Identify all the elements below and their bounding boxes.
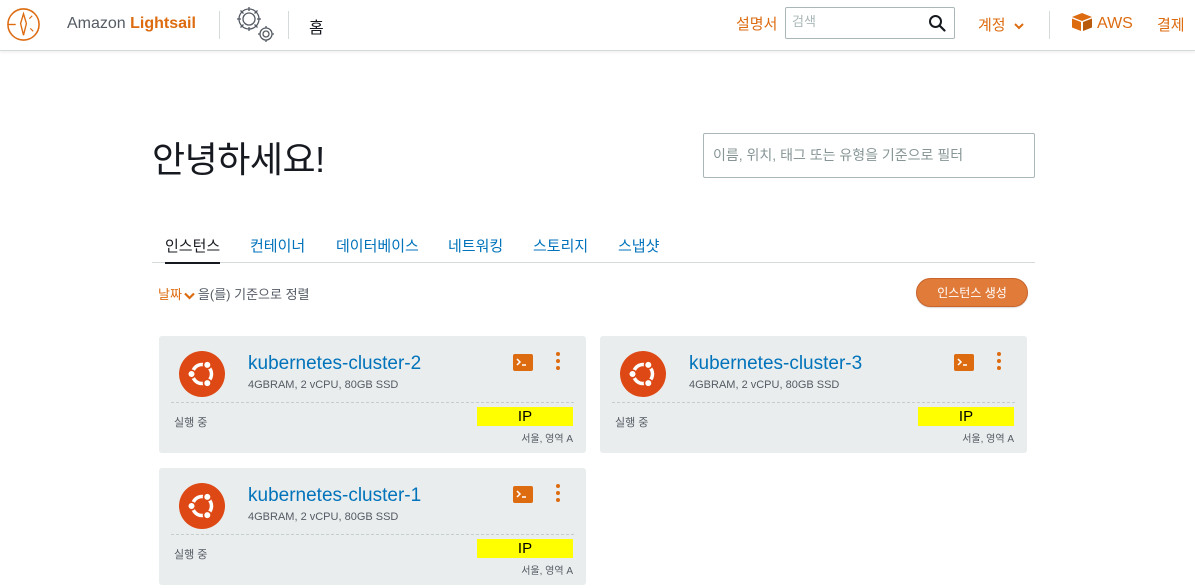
instance-region: 서울, 영역 A bbox=[521, 566, 573, 577]
instance-spec: 4GBRAM, 2 vCPU, 80GB SSD bbox=[689, 379, 840, 391]
instance-name-link[interactable]: kubernetes-cluster-1 bbox=[248, 485, 421, 507]
filter-box bbox=[703, 133, 1035, 178]
instance-ip: IP bbox=[477, 407, 573, 426]
divider bbox=[288, 11, 289, 39]
divider bbox=[1049, 11, 1050, 39]
search-input[interactable] bbox=[792, 14, 922, 29]
brand-name: Lightsail bbox=[130, 15, 196, 32]
card-divider bbox=[171, 402, 574, 403]
terminal-icon[interactable] bbox=[513, 354, 533, 371]
tab-storage[interactable]: 스토리지 bbox=[533, 235, 588, 256]
instance-region: 서울, 영역 A bbox=[962, 434, 1014, 445]
account-label: 계정 bbox=[978, 17, 1006, 34]
instance-state: 실행 중 bbox=[174, 417, 208, 429]
kebab-menu-icon[interactable] bbox=[553, 351, 563, 371]
kebab-menu-icon[interactable] bbox=[994, 351, 1004, 371]
terminal-icon[interactable] bbox=[954, 354, 974, 371]
sort-suffix: 을(를) 기준으로 정렬 bbox=[197, 287, 310, 302]
sort-key-dropdown[interactable]: 날짜 bbox=[158, 287, 182, 302]
tab-instances[interactable]: 인스턴스 bbox=[165, 235, 221, 264]
instance-card: kubernetes-cluster-2 4GBRAM, 2 vCPU, 80G… bbox=[159, 336, 586, 453]
brand-title[interactable]: Amazon Lightsail bbox=[67, 15, 196, 33]
instance-state: 실행 중 bbox=[615, 417, 649, 429]
instance-card: kubernetes-cluster-1 4GBRAM, 2 vCPU, 80G… bbox=[159, 468, 586, 585]
instance-ip: IP bbox=[477, 539, 573, 558]
account-menu[interactable]: 계정 bbox=[978, 14, 1024, 35]
card-divider bbox=[171, 534, 574, 535]
ubuntu-logo-icon bbox=[179, 483, 225, 529]
aws-box-icon bbox=[1072, 13, 1092, 31]
card-divider bbox=[612, 402, 1015, 403]
ubuntu-logo-icon bbox=[179, 351, 225, 397]
create-instance-button[interactable]: 인스턴스 생성 bbox=[916, 278, 1028, 307]
aws-console-link[interactable]: AWS bbox=[1071, 12, 1133, 33]
kebab-menu-icon[interactable] bbox=[553, 483, 563, 503]
aws-label: AWS bbox=[1097, 15, 1133, 32]
terminal-icon[interactable] bbox=[513, 486, 533, 503]
settings-gear-icon[interactable] bbox=[231, 2, 277, 44]
filter-input[interactable] bbox=[713, 147, 1013, 163]
lightsail-logo-icon[interactable] bbox=[6, 7, 41, 42]
divider bbox=[219, 11, 220, 39]
top-navigation-bar: Amazon Lightsail 홈 설명서 계정 AWS 결제 bbox=[0, 0, 1195, 51]
tab-networking[interactable]: 네트워킹 bbox=[448, 235, 503, 256]
tab-databases[interactable]: 데이터베이스 bbox=[336, 235, 419, 256]
instance-card: kubernetes-cluster-3 4GBRAM, 2 vCPU, 80G… bbox=[600, 336, 1027, 453]
sort-control: 날짜 을(를) 기준으로 정렬 bbox=[158, 284, 309, 303]
chevron-down-icon[interactable] bbox=[184, 292, 195, 300]
instance-state: 실행 중 bbox=[174, 549, 208, 561]
documentation-link[interactable]: 설명서 bbox=[736, 13, 777, 34]
instance-ip: IP bbox=[918, 407, 1014, 426]
instance-spec: 4GBRAM, 2 vCPU, 80GB SSD bbox=[248, 379, 399, 391]
instance-spec: 4GBRAM, 2 vCPU, 80GB SSD bbox=[248, 511, 399, 523]
instance-region: 서울, 영역 A bbox=[521, 434, 573, 445]
search-icon[interactable] bbox=[928, 14, 946, 32]
instance-name-link[interactable]: kubernetes-cluster-3 bbox=[689, 353, 862, 375]
tab-containers[interactable]: 컨테이너 bbox=[250, 235, 305, 256]
home-link[interactable]: 홈 bbox=[309, 14, 324, 38]
billing-link[interactable]: 결제 bbox=[1157, 14, 1185, 35]
search-box bbox=[785, 7, 955, 39]
ubuntu-logo-icon bbox=[620, 351, 666, 397]
chevron-down-icon bbox=[1014, 22, 1024, 29]
resource-tabs: 인스턴스 컨테이너 데이터베이스 네트워킹 스토리지 스냅샷 bbox=[152, 230, 1035, 264]
page-title: 안녕하세요! bbox=[152, 139, 325, 180]
instance-name-link[interactable]: kubernetes-cluster-2 bbox=[248, 353, 421, 375]
brand-prefix: Amazon bbox=[67, 15, 126, 32]
tab-snapshots[interactable]: 스냅샷 bbox=[618, 235, 659, 256]
